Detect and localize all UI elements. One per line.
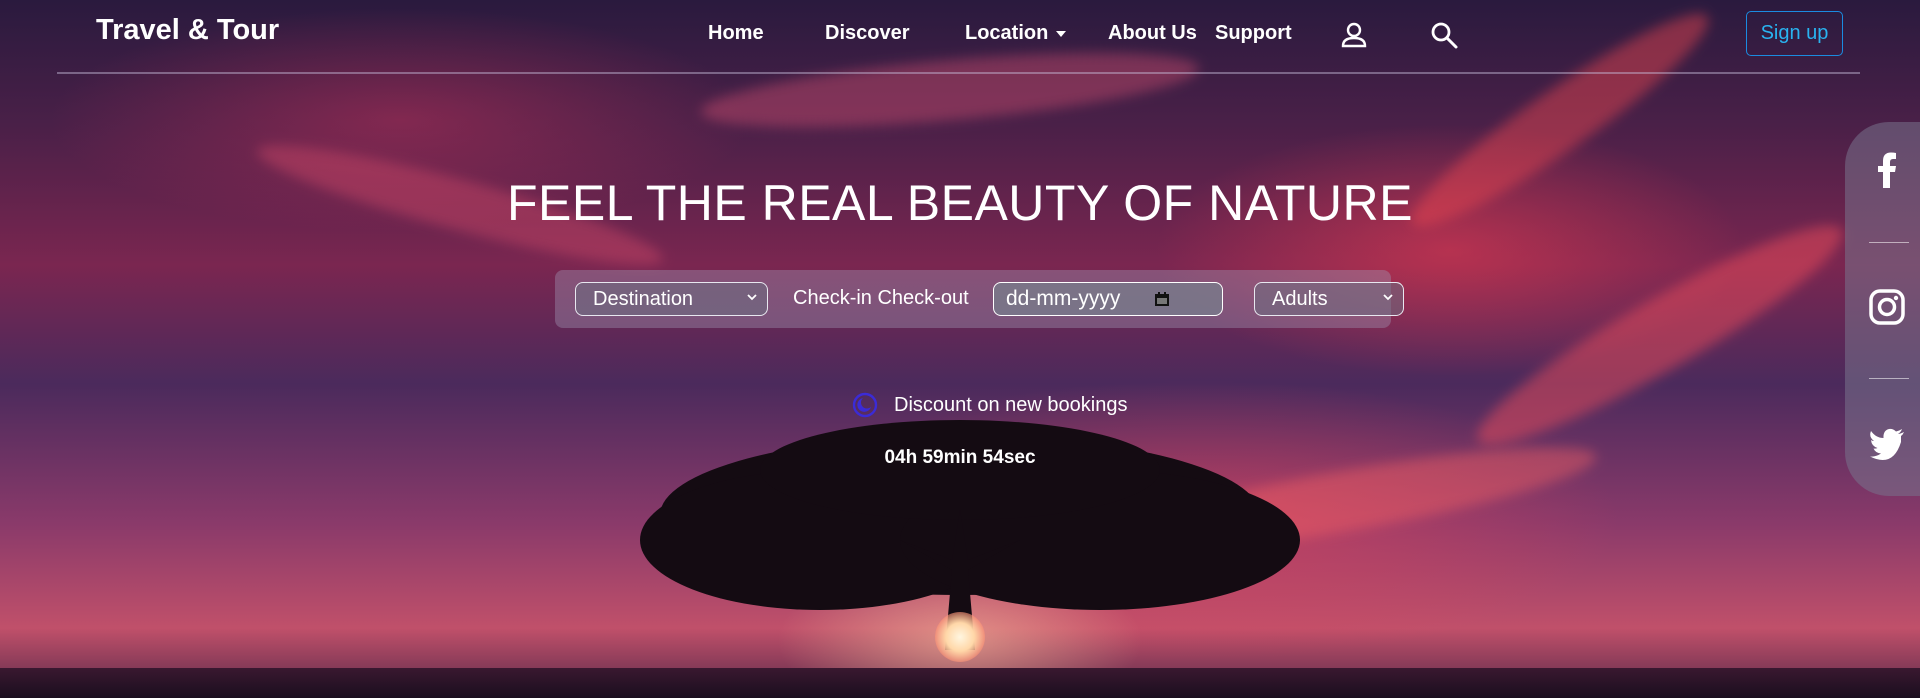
sun — [935, 612, 985, 662]
social-sidebar — [1845, 122, 1920, 496]
chevron-down-icon — [1383, 294, 1393, 301]
countdown-timer: 04h 59min 54sec — [884, 447, 1036, 468]
hero-background — [0, 0, 1920, 698]
adults-select-value: Adults — [1272, 287, 1328, 310]
top-navbar: Travel & Tour Home Discover Location Abo… — [57, 0, 1860, 74]
nav-home[interactable]: Home — [708, 22, 764, 45]
moon-icon — [852, 392, 878, 418]
nav-location-label: Location — [965, 22, 1049, 44]
twitter-icon[interactable] — [1868, 424, 1906, 462]
discount-text: Discount on new bookings — [894, 393, 1128, 416]
horizon-ground — [0, 668, 1920, 698]
nav-discover[interactable]: Discover — [825, 22, 910, 45]
facebook-icon[interactable] — [1868, 150, 1906, 188]
date-input-value: dd-mm-yyyy — [1006, 287, 1121, 310]
destination-select[interactable]: Destination — [575, 282, 768, 316]
brand-logo[interactable]: Travel & Tour — [96, 14, 279, 47]
booking-search-bar: Destination Check-in Check-out dd-mm-yyy… — [555, 270, 1404, 328]
nav-about-us[interactable]: About Us — [1108, 22, 1197, 45]
calendar-icon[interactable] — [1154, 291, 1170, 307]
signup-button[interactable]: Sign up — [1746, 11, 1843, 56]
nav-location[interactable]: Location — [965, 22, 1067, 45]
check-in-check-out-label: Check-in Check-out — [793, 287, 969, 309]
destination-select-value: Destination — [593, 287, 694, 310]
user-icon[interactable] — [1339, 20, 1369, 50]
adults-select[interactable]: Adults — [1254, 282, 1404, 316]
chevron-down-icon — [747, 294, 757, 301]
date-input[interactable]: dd-mm-yyyy — [993, 282, 1223, 316]
social-divider — [1869, 378, 1909, 379]
instagram-icon[interactable] — [1868, 288, 1906, 326]
hero-headline: FEEL THE REAL BEAUTY OF NATURE — [507, 175, 1413, 231]
search-icon[interactable] — [1429, 20, 1459, 50]
nav-support[interactable]: Support — [1215, 22, 1292, 45]
social-divider — [1869, 242, 1909, 243]
caret-down-icon — [1056, 30, 1067, 37]
discount-banner: Discount on new bookings — [852, 392, 1127, 418]
